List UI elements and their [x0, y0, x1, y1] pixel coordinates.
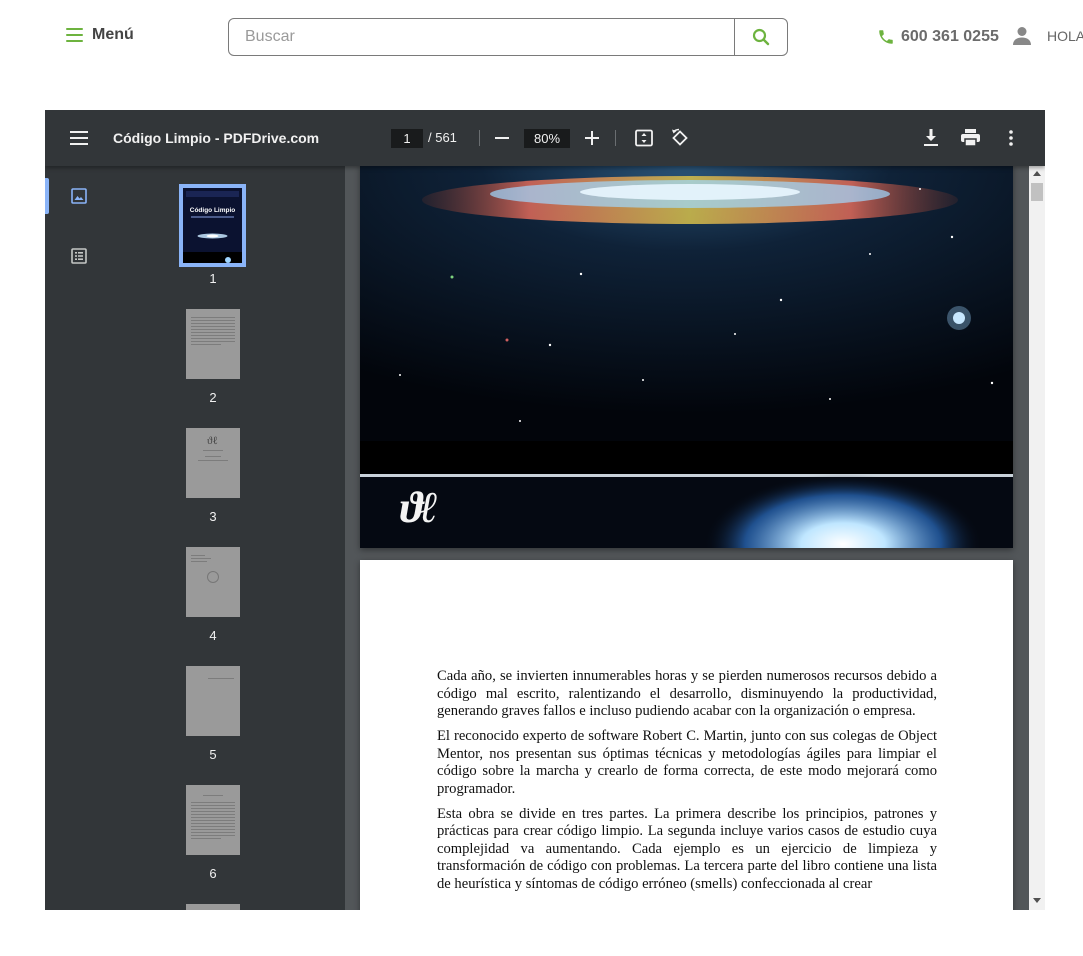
thumbnail-page-2[interactable] — [186, 309, 240, 379]
page-container: ϑℓ Cada año, se invierten innumerables h… — [345, 164, 1045, 910]
print-icon[interactable] — [959, 127, 981, 149]
sidebar-rail — [45, 166, 113, 910]
outline-view-icon[interactable] — [69, 246, 89, 266]
svg-text:Código Limpio: Código Limpio — [190, 207, 236, 214]
pdf-page-cover: ϑℓ — [360, 164, 1013, 548]
toolbar-divider — [479, 130, 480, 146]
thumbnail-page-3[interactable]: ϑℓ — [186, 428, 240, 498]
thumbnail-view-icon[interactable] — [69, 186, 89, 206]
user-greeting: HOLA — [1047, 28, 1083, 44]
thumbnail-label: 4 — [209, 628, 217, 643]
cover-galaxy-image — [360, 164, 1013, 548]
scroll-up-arrow[interactable] — [1033, 171, 1041, 176]
phone-link[interactable]: 600 361 0255 — [877, 28, 999, 46]
thumbnail-page-1[interactable]: Código Limpio — [179, 184, 246, 267]
search-box — [228, 18, 788, 56]
zoom-input[interactable]: 80% — [524, 129, 570, 148]
thumbnail-label: 5 — [209, 747, 217, 762]
pdf-page-2: Cada año, se invierten innumerables hora… — [360, 560, 1013, 910]
active-view-indicator — [45, 178, 49, 214]
hamburger-icon[interactable] — [67, 128, 91, 148]
pdf-viewer: Código Limpio - PDFDrive.com 1 / 561 80% — [45, 110, 1045, 910]
menu-icon — [66, 28, 83, 42]
zoom-out-icon[interactable] — [492, 128, 512, 148]
scrollbar-thumb[interactable] — [1031, 183, 1043, 201]
more-vert-icon[interactable] — [1000, 127, 1022, 149]
page-paragraph: Cada año, se invierten innumerables hora… — [437, 668, 937, 719]
search-button[interactable] — [734, 19, 787, 55]
thumbnail-page-5[interactable] — [186, 666, 240, 736]
download-icon[interactable] — [920, 127, 942, 149]
toolbar-divider — [615, 130, 616, 146]
search-icon — [752, 28, 770, 46]
phone-icon — [879, 30, 893, 44]
vertical-scrollbar[interactable] — [1029, 166, 1045, 910]
search-input[interactable] — [229, 19, 734, 55]
scroll-down-arrow[interactable] — [1033, 898, 1041, 903]
page-total: / 561 — [428, 130, 457, 145]
user-account[interactable]: HOLA — [1013, 26, 1083, 46]
rotate-icon[interactable] — [669, 127, 691, 149]
thumbnail-page-6[interactable] — [186, 785, 240, 855]
thumbnail-page-4[interactable] — [186, 547, 240, 617]
menu-label: Menú — [92, 26, 134, 43]
thumbnail-list: Código Limpio 1 2 ϑℓ 3 4 5 6 — [113, 166, 345, 910]
viewer-sidebar: Código Limpio 1 2 ϑℓ 3 4 5 6 — [45, 166, 345, 910]
page-number-input[interactable]: 1 — [391, 129, 423, 148]
thumbnail-page-7[interactable] — [186, 904, 240, 910]
page-text: Cada año, se invierten innumerables hora… — [437, 668, 937, 901]
menu-button[interactable]: Menú — [66, 26, 134, 44]
page-paragraph: El reconocido experto de software Robert… — [437, 728, 937, 797]
document-title: Código Limpio - PDFDrive.com — [113, 130, 320, 146]
publisher-logo: ϑℓ — [400, 483, 438, 532]
viewer-toolbar: Código Limpio - PDFDrive.com 1 / 561 80% — [45, 110, 1045, 166]
thumbnail-label: 2 — [209, 390, 217, 405]
page-paragraph: Esta obra se divide en tres partes. La p… — [437, 805, 937, 892]
thumbnail-label: 6 — [209, 866, 217, 881]
thumbnail-label: 1 — [209, 271, 217, 286]
zoom-in-icon[interactable] — [582, 128, 602, 148]
phone-number: 600 361 0255 — [901, 28, 999, 45]
fit-page-icon[interactable] — [633, 127, 655, 149]
user-icon — [1013, 27, 1031, 45]
site-header: Menú 600 361 0255 HOLA — [0, 0, 1083, 75]
thumbnail-label: 3 — [209, 509, 217, 524]
